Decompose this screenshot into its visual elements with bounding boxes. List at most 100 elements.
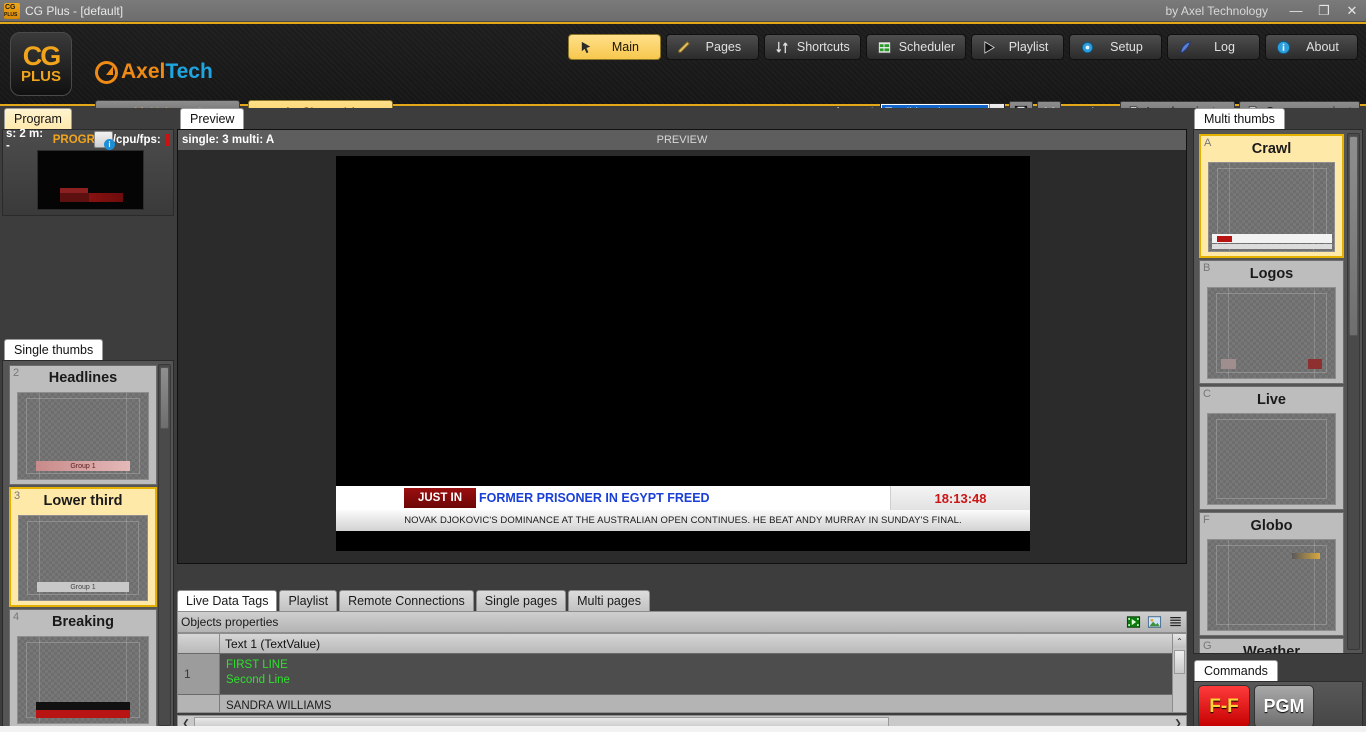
grid-vertical-scrollbar[interactable]: ⌃: [1172, 634, 1186, 712]
program-graphic-block: [60, 193, 89, 202]
tab-scheduler[interactable]: Scheduler: [866, 34, 966, 60]
close-button[interactable]: ✕: [1338, 0, 1366, 22]
thumb-title: Breaking: [10, 610, 156, 634]
tab-single-pages[interactable]: Single pages: [476, 590, 566, 611]
main-navigation: Main Pages Shortcuts Scheduler Playlist …: [568, 34, 1358, 60]
tab-playlist-label: Playlist: [1004, 40, 1053, 54]
list-item[interactable]: 4 Breaking: [9, 609, 157, 729]
scroll-up-arrow[interactable]: ⌃: [1173, 634, 1186, 648]
pointer-icon: [579, 40, 594, 55]
tab-log[interactable]: Log: [1167, 34, 1260, 60]
tab-main[interactable]: Main: [568, 34, 661, 60]
objects-properties-grid: Text 1 (TextValue) 1 FIRST LINE Second L…: [177, 633, 1187, 713]
application-window: CG Plus - [default] by Axel Technology —…: [0, 0, 1366, 732]
ff-command-button[interactable]: F-F: [1198, 685, 1250, 728]
center-panel: Preview single: 3 multi: A PREVIEW JUST …: [176, 108, 1190, 732]
tab-playlist-bottom[interactable]: Playlist: [279, 590, 337, 611]
scrollbar-thumb[interactable]: [1349, 136, 1358, 336]
list-lines-icon[interactable]: [1168, 615, 1183, 629]
thumb-preview: [1207, 287, 1336, 379]
thumb-preview: [1207, 413, 1336, 505]
feather-icon: [1178, 40, 1193, 55]
calendar-grid-icon: [877, 40, 892, 55]
bottom-tabs: Live Data Tags Playlist Remote Connectio…: [177, 589, 652, 611]
grid-column-header: Text 1 (TextValue): [220, 634, 1186, 653]
tab-about[interactable]: About: [1265, 34, 1358, 60]
objects-properties-icons: [1126, 615, 1183, 629]
multi-thumbs-scrollbar[interactable]: [1347, 133, 1360, 650]
grid-corner-cell: [178, 634, 220, 653]
row-cell[interactable]: SANDRA WILLIAMS: [220, 695, 1186, 713]
scrollbar-thumb[interactable]: [160, 367, 169, 429]
program-status-indicator: [165, 134, 170, 146]
tab-remote-connections[interactable]: Remote Connections: [339, 590, 474, 611]
list-item[interactable]: 2 Headlines Group 1: [9, 365, 157, 485]
brand-axel-text: Axel: [121, 60, 165, 84]
restore-button[interactable]: ❐: [1310, 0, 1338, 22]
axel-ring-icon: [95, 61, 118, 84]
objects-properties-label: Objects properties: [181, 615, 278, 629]
program-video-thumbnail: [37, 150, 144, 210]
tab-live-data-tags[interactable]: Live Data Tags: [177, 590, 277, 611]
pgm-command-button[interactable]: PGM: [1254, 685, 1314, 728]
image-icon[interactable]: [1147, 615, 1162, 629]
bottom-pane: Live Data Tags Playlist Remote Connectio…: [177, 589, 1187, 731]
table-row[interactable]: 1 FIRST LINE Second Line: [178, 653, 1186, 694]
row-number: [178, 695, 220, 713]
tab-shortcuts-label: Shortcuts: [797, 40, 850, 54]
tab-setup[interactable]: Setup: [1069, 34, 1162, 60]
just-in-badge: JUST IN: [404, 488, 476, 508]
multi-thumbs-list: A Crawl B Logos: [1193, 129, 1363, 654]
commands-panel: F-F PGM: [1193, 681, 1363, 732]
tab-about-label: About: [1298, 40, 1347, 54]
tab-program[interactable]: Program: [4, 108, 72, 129]
minimize-button[interactable]: —: [1282, 0, 1310, 22]
tab-multi-thumbs[interactable]: Multi thumbs: [1194, 108, 1285, 129]
list-item[interactable]: F Globo: [1199, 512, 1344, 636]
thumb-title: Live: [1200, 387, 1343, 412]
scrollbar-thumb[interactable]: [1174, 650, 1185, 674]
thumb-letter: A: [1204, 137, 1211, 149]
program-status-cpu: /cpu/fps:: [113, 134, 161, 146]
clock-text: 18:13:48: [890, 486, 1030, 510]
tab-playlist[interactable]: Playlist: [971, 34, 1064, 60]
arrows-updown-icon: [775, 40, 790, 55]
thumb-number: 4: [13, 611, 19, 623]
preview-stage: JUST IN FORMER PRISONER IN EGYPT FREED 1…: [336, 156, 1030, 551]
program-status-bar: s: 2 m: - PROGRAM /cpu/fps:: [6, 133, 170, 147]
program-monitor: s: 2 m: - PROGRAM /cpu/fps:: [2, 129, 174, 216]
tab-preview[interactable]: Preview: [180, 108, 244, 129]
taskbar: [0, 726, 1366, 732]
thumb-number: 3: [14, 490, 20, 502]
tab-setup-label: Setup: [1102, 40, 1151, 54]
thumb-preview: [1208, 162, 1335, 252]
tab-multi-pages[interactable]: Multi pages: [568, 590, 650, 611]
tab-log-label: Log: [1200, 40, 1249, 54]
logo-cg-text: CG: [23, 43, 60, 69]
video-clip-icon[interactable]: [1126, 615, 1141, 629]
row-cell[interactable]: FIRST LINE Second Line: [220, 654, 1186, 694]
thumb-letter: G: [1203, 640, 1212, 652]
headline-text: FORMER PRISONER IN EGYPT FREED: [476, 486, 890, 510]
table-row[interactable]: SANDRA WILLIAMS: [178, 694, 1186, 713]
single-thumbs-scrollbar[interactable]: [158, 364, 171, 726]
tab-commands[interactable]: Commands: [1194, 660, 1278, 681]
list-item[interactable]: A Crawl: [1199, 134, 1344, 258]
list-item[interactable]: C Live: [1199, 386, 1344, 510]
tab-pages[interactable]: Pages: [666, 34, 759, 60]
gear-icon: [1080, 40, 1095, 55]
app-icon: [4, 3, 20, 19]
cg-plus-logo: CG PLUS: [10, 32, 72, 96]
cell-line: FIRST LINE: [226, 658, 1180, 673]
thumb-letter: B: [1203, 262, 1210, 274]
cell-line: Second Line: [226, 673, 1180, 688]
tab-pages-label: Pages: [699, 40, 748, 54]
list-item[interactable]: B Logos: [1199, 260, 1344, 384]
thumb-title: Crawl: [1201, 136, 1342, 161]
tab-shortcuts[interactable]: Shortcuts: [764, 34, 861, 60]
thumb-title: Globo: [1200, 513, 1343, 538]
list-item[interactable]: 3 Lower third Group 1: [9, 487, 157, 607]
tab-single-thumbs[interactable]: Single thumbs: [4, 339, 103, 360]
vendor-label: by Axel Technology: [1165, 4, 1268, 18]
list-item[interactable]: G Weather: [1199, 638, 1344, 654]
